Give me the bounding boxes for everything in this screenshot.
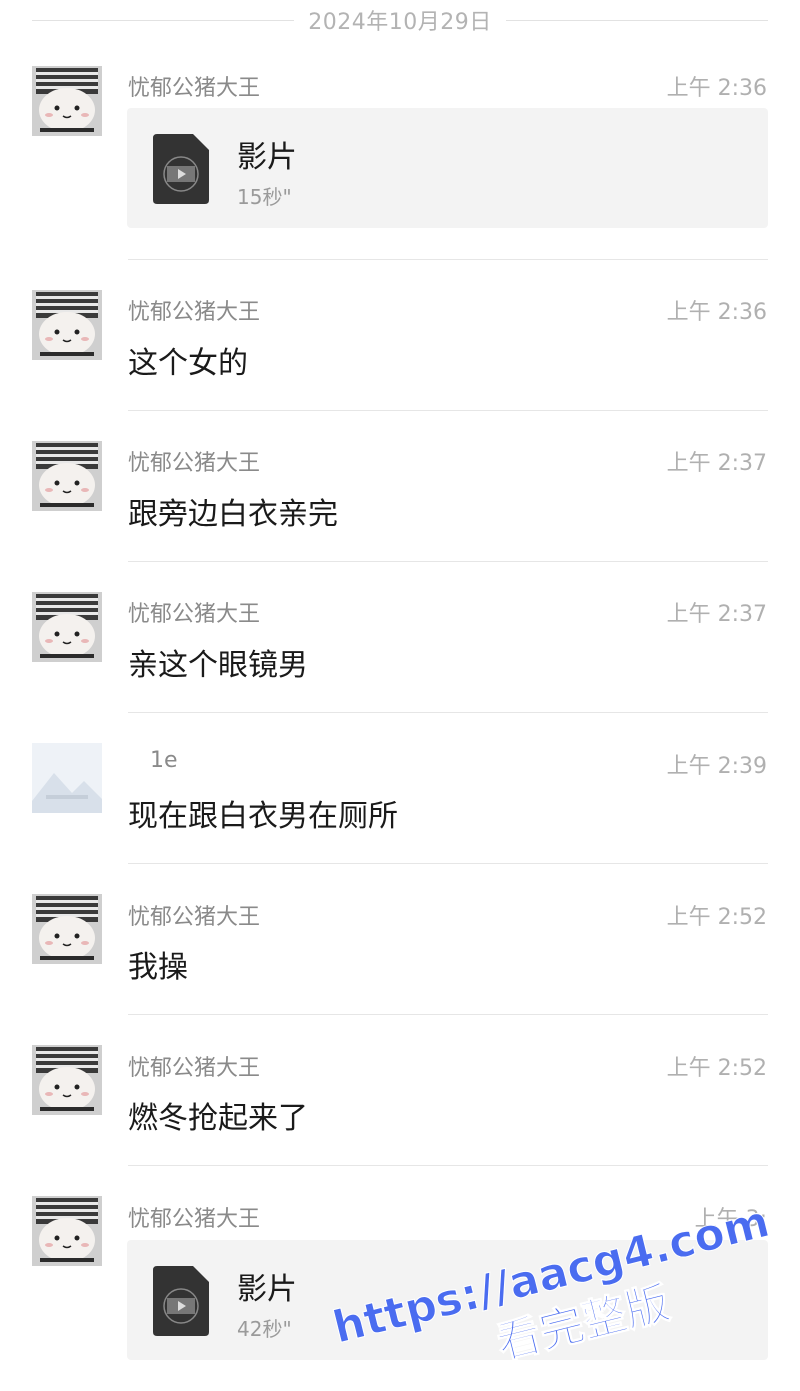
sender-name: 忧郁公猪大王 xyxy=(128,905,261,930)
avatar[interactable] xyxy=(32,894,102,964)
divider-line xyxy=(505,19,769,21)
avatar[interactable] xyxy=(32,1196,102,1266)
date-separator: 2024年10月29日 xyxy=(32,0,769,40)
avatar[interactable] xyxy=(32,1045,102,1115)
sender-name: 忧郁公猪大王 xyxy=(128,1056,261,1081)
message-divider xyxy=(128,410,768,411)
message-text: 我操 xyxy=(128,950,188,985)
message-time: 上午 2:52 xyxy=(666,1056,767,1081)
hamster-avatar xyxy=(32,592,102,662)
message-text: 跟旁边白衣亲完 xyxy=(128,497,338,532)
sender-name: 1e xyxy=(150,748,178,773)
sender-name: 忧郁公猪大王 xyxy=(128,451,261,476)
message-time: 上午 3: xyxy=(694,1207,767,1232)
message-text: 现在跟白衣男在厕所 xyxy=(128,799,398,834)
message-time: 上午 2:37 xyxy=(666,602,767,627)
hamster-avatar xyxy=(32,66,102,136)
avatar[interactable] xyxy=(32,743,102,813)
hamster-avatar xyxy=(32,290,102,360)
video-title: 影片 xyxy=(237,1272,297,1307)
hamster-avatar xyxy=(32,441,102,511)
video-message-card[interactable]: 影片 15秒" xyxy=(127,108,768,228)
message-time: 上午 2:39 xyxy=(666,754,767,779)
message-divider xyxy=(128,259,768,260)
hamster-avatar xyxy=(32,894,102,964)
message-time: 上午 2:52 xyxy=(666,905,767,930)
avatar[interactable] xyxy=(32,441,102,511)
video-duration: 15秒" xyxy=(237,185,292,209)
message-text: 这个女的 xyxy=(128,346,248,381)
avatar[interactable] xyxy=(32,592,102,662)
video-title: 影片 xyxy=(237,140,297,175)
hamster-avatar xyxy=(32,1045,102,1115)
avatar[interactable] xyxy=(32,66,102,136)
avatar[interactable] xyxy=(32,290,102,360)
video-message-card[interactable]: 影片 42秒" xyxy=(127,1240,768,1360)
message-divider xyxy=(128,712,768,713)
message-text: 燃冬抢起来了 xyxy=(128,1101,308,1136)
sender-name: 忧郁公猪大王 xyxy=(128,300,261,325)
video-duration: 42秒" xyxy=(237,1317,292,1341)
message-divider xyxy=(128,1165,768,1166)
sender-name: 忧郁公猪大王 xyxy=(128,602,261,627)
video-file-icon xyxy=(153,134,209,204)
sender-name: 忧郁公猪大王 xyxy=(128,1207,261,1232)
image-placeholder-icon xyxy=(32,743,102,813)
message-divider xyxy=(128,863,768,864)
message-text: 亲这个眼镜男 xyxy=(128,648,308,683)
date-label: 2024年10月29日 xyxy=(308,10,492,35)
hamster-avatar xyxy=(32,1196,102,1266)
message-divider xyxy=(128,561,768,562)
sender-name: 忧郁公猪大王 xyxy=(128,76,261,101)
divider-line xyxy=(32,19,295,21)
message-time: 上午 2:36 xyxy=(666,76,767,101)
video-file-icon xyxy=(153,1266,209,1336)
message-time: 上午 2:37 xyxy=(666,451,767,476)
message-divider xyxy=(128,1014,768,1015)
message-time: 上午 2:36 xyxy=(666,300,767,325)
